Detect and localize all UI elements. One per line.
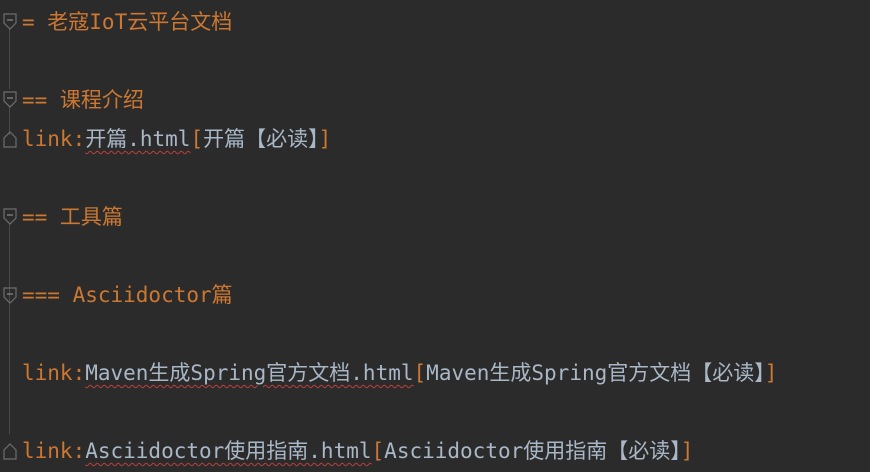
code-line-heading[interactable]: == 课程介绍 [22,87,144,113]
link-target[interactable]: Maven生成Spring官方文档.html [85,361,413,385]
link-label: 开篇【必读】 [203,127,319,151]
bracket-open: [ [413,361,427,385]
fold-guide [9,303,10,434]
fold-open-icon[interactable] [2,208,18,226]
fold-open-icon[interactable] [2,91,18,109]
fold-open-icon[interactable] [2,287,18,305]
link-label: Asciidoctor使用指南【必读】 [384,439,681,463]
code-line-heading[interactable]: === Asciidoctor篇 [22,282,233,308]
link-prefix: link: [22,127,86,151]
link-target[interactable]: Asciidoctor使用指南.html [85,439,371,463]
fold-close-icon[interactable] [2,442,18,460]
code-line-heading[interactable]: = 老寇IoT云平台文档 [22,9,232,35]
code-line-link[interactable]: link:开篇.html[开篇【必读】] [22,126,331,152]
bracket-close: ] [680,439,694,463]
link-prefix: link: [22,361,86,385]
code-line-link[interactable]: link:Asciidoctor使用指南.html[Asciidoctor使用指… [22,438,693,464]
bracket-close: ] [318,127,332,151]
fold-close-icon[interactable] [2,130,18,148]
bracket-close: ] [764,361,778,385]
bracket-open: [ [371,439,385,463]
bracket-open: [ [190,127,204,151]
code-line-heading[interactable]: == 工具篇 [22,204,123,230]
fold-guide [9,29,10,89]
link-target[interactable]: 开篇.html [85,127,190,151]
link-prefix: link: [22,439,86,463]
editor-gutter [0,0,20,472]
code-line-link[interactable]: link:Maven生成Spring官方文档.html[Maven生成Sprin… [22,360,777,386]
fold-open-icon[interactable] [2,13,18,31]
link-label: Maven生成Spring官方文档【必读】 [426,361,765,385]
